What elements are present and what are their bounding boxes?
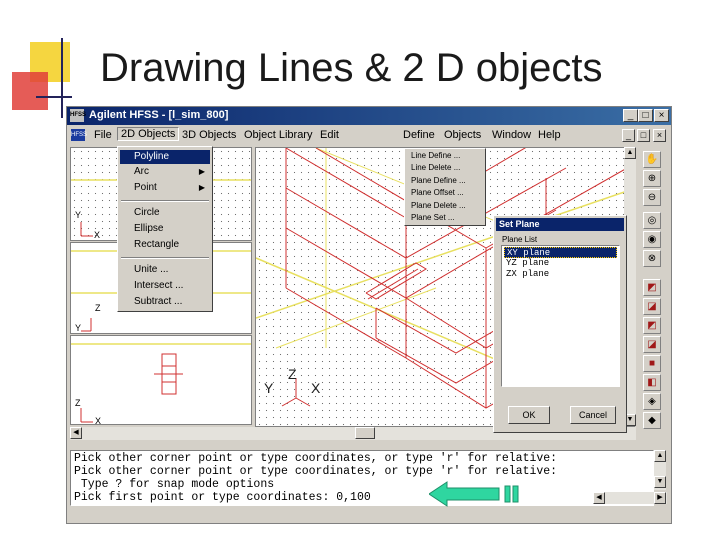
zoom-fit-icon[interactable]: ◉ (643, 231, 661, 248)
close-button[interactable]: × (654, 109, 669, 122)
render-icon[interactable]: ◆ (643, 412, 661, 429)
view-cube-1-icon[interactable]: ◩ (643, 279, 661, 296)
zoom-in-icon[interactable]: ⊕ (643, 170, 661, 187)
define-dropdown: Line Define ... Line Delete ... Plane De… (404, 148, 486, 226)
console-horizontal-scrollbar[interactable]: ◀ ▶ (593, 492, 667, 504)
plane-list-item-yz[interactable]: YZ plane (504, 258, 617, 269)
slide-title: Drawing Lines & 2 D objects (100, 46, 603, 90)
menu-file[interactable]: File (94, 129, 112, 141)
scroll-up-button[interactable]: ▲ (624, 147, 636, 159)
view-cube-3-icon[interactable]: ◩ (643, 317, 661, 334)
menu-window[interactable]: Window (492, 129, 531, 141)
menu-edit[interactable]: Edit (320, 129, 339, 141)
front-view[interactable]: Z X (70, 335, 252, 425)
menu-item-subtract[interactable]: Subtract ... (120, 295, 210, 309)
menu-separator (121, 200, 209, 202)
axis-label-y: Y (264, 380, 274, 396)
menu-item-unite[interactable]: Unite ... (120, 263, 210, 277)
plane-list[interactable]: XY plane YZ plane ZX plane (501, 245, 620, 387)
app-icon: HFSS (70, 109, 86, 122)
view-cube-6-icon[interactable]: ◧ (643, 374, 661, 391)
menu-item-plane-delete[interactable]: Plane Delete ... (411, 200, 466, 212)
ok-button[interactable]: OK (508, 406, 550, 424)
axis-label-x: X (94, 230, 101, 240)
zoom-out-icon[interactable]: ⊖ (643, 189, 661, 206)
plane-list-label: Plane List (502, 235, 538, 244)
hand-icon[interactable]: ✋ (643, 151, 661, 168)
axis-label-z: Z (288, 366, 297, 382)
menu-item-plane-offset[interactable]: Plane Offset ... (411, 187, 464, 199)
left-arrow-icon (428, 481, 519, 512)
submenu-arrow-icon: ▶ (198, 183, 205, 192)
menu-3d-objects[interactable]: 3D Objects (182, 129, 236, 141)
mdi-minimize-button[interactable]: _ (622, 129, 635, 142)
scroll-down-button[interactable]: ▼ (654, 476, 666, 488)
scroll-right-button[interactable]: ▶ (654, 492, 666, 504)
maximize-button[interactable]: □ (638, 109, 653, 122)
scroll-left-button[interactable]: ◀ (70, 427, 82, 439)
menu-item-line-delete[interactable]: Line Delete ... (411, 162, 460, 174)
axis-label-x: X (95, 416, 102, 425)
menu-object-library[interactable]: Object Library (244, 129, 312, 141)
console-vertical-scrollbar[interactable]: ▲ ▼ (654, 450, 666, 490)
set-plane-dialog: Set Plane Plane List XY plane YZ plane Z… (493, 215, 627, 433)
axis-label-y: Y (75, 210, 82, 220)
shade-icon[interactable]: ◈ (643, 393, 661, 410)
axis-label-x: X (311, 380, 321, 396)
menu-item-intersect[interactable]: Intersect ... (120, 279, 210, 293)
hfss-window: HFSS Agilent HFSS - [l_sim_800] _ □ × HF… (66, 106, 672, 524)
window-title: Agilent HFSS - [l_sim_800] (89, 109, 229, 121)
menu-item-arc[interactable]: Arc ▶ (120, 165, 210, 179)
console-line: Pick other corner point or type coordina… (74, 465, 558, 478)
scroll-left-button[interactable]: ◀ (593, 492, 605, 504)
window-titlebar: HFSS Agilent HFSS - [l_sim_800] _ □ × (67, 107, 671, 125)
dialog-title: Set Plane (496, 218, 624, 231)
command-console[interactable]: Pick other corner point or type coordina… (70, 450, 654, 506)
menu-2d-objects-dropdown: Polyline Arc ▶ Point ▶ Circle Ellipse Rect… (117, 146, 213, 312)
document-icon[interactable]: HFSS (71, 129, 87, 141)
zoom-window-icon[interactable]: ◎ (643, 212, 661, 229)
minimize-button[interactable]: _ (623, 109, 638, 122)
plane-list-item-xy[interactable]: XY plane (504, 247, 617, 258)
axis-label-y: Y (75, 323, 82, 333)
slide-decoration-accent (12, 72, 48, 110)
menu-item-polyline[interactable]: Polyline (120, 150, 210, 164)
menu-item-point[interactable]: Point ▶ (120, 181, 210, 195)
zoom-all-icon[interactable]: ⊗ (643, 250, 661, 267)
view-cube-4-icon[interactable]: ◪ (643, 336, 661, 353)
menu-item-ellipse[interactable]: Ellipse (120, 222, 210, 236)
cancel-button[interactable]: Cancel (570, 406, 616, 424)
menu-help[interactable]: Help (538, 129, 561, 141)
menu-item-rectangle[interactable]: Rectangle (120, 238, 210, 252)
menubar: HFSS File 2D Objects 3D Objects Object L… (67, 126, 671, 144)
submenu-arrow-icon: ▶ (198, 167, 205, 176)
axis-label-z: Z (75, 398, 81, 408)
menu-separator (121, 257, 209, 259)
menu-2d-objects[interactable]: 2D Objects (117, 127, 180, 141)
scroll-thumb[interactable] (355, 427, 375, 439)
mdi-close-button[interactable]: × (653, 129, 666, 142)
console-line: Type ? for snap mode options (74, 478, 275, 491)
menu-item-plane-set[interactable]: Plane Set ... (411, 212, 455, 224)
slide-decoration-line (36, 96, 72, 98)
menu-define[interactable]: Define (403, 129, 435, 141)
menu-objects[interactable]: Objects (444, 129, 481, 141)
mdi-restore-button[interactable]: □ (637, 129, 650, 142)
scroll-up-button[interactable]: ▲ (654, 450, 666, 462)
console-line: Pick other corner point or type coordina… (74, 452, 558, 465)
view-cube-2-icon[interactable]: ◪ (643, 298, 661, 315)
plane-list-item-zx[interactable]: ZX plane (504, 269, 617, 280)
slide-decoration-line (61, 38, 63, 118)
view-cube-5-icon[interactable]: ■ (643, 355, 661, 372)
menu-item-circle[interactable]: Circle (120, 206, 210, 220)
axis-label-z: Z (95, 303, 101, 313)
menu-item-line-define[interactable]: Line Define ... (411, 150, 460, 162)
console-input[interactable]: Pick first point or type coordinates: 0,… (74, 491, 371, 504)
menu-item-plane-define[interactable]: Plane Define ... (411, 175, 466, 187)
